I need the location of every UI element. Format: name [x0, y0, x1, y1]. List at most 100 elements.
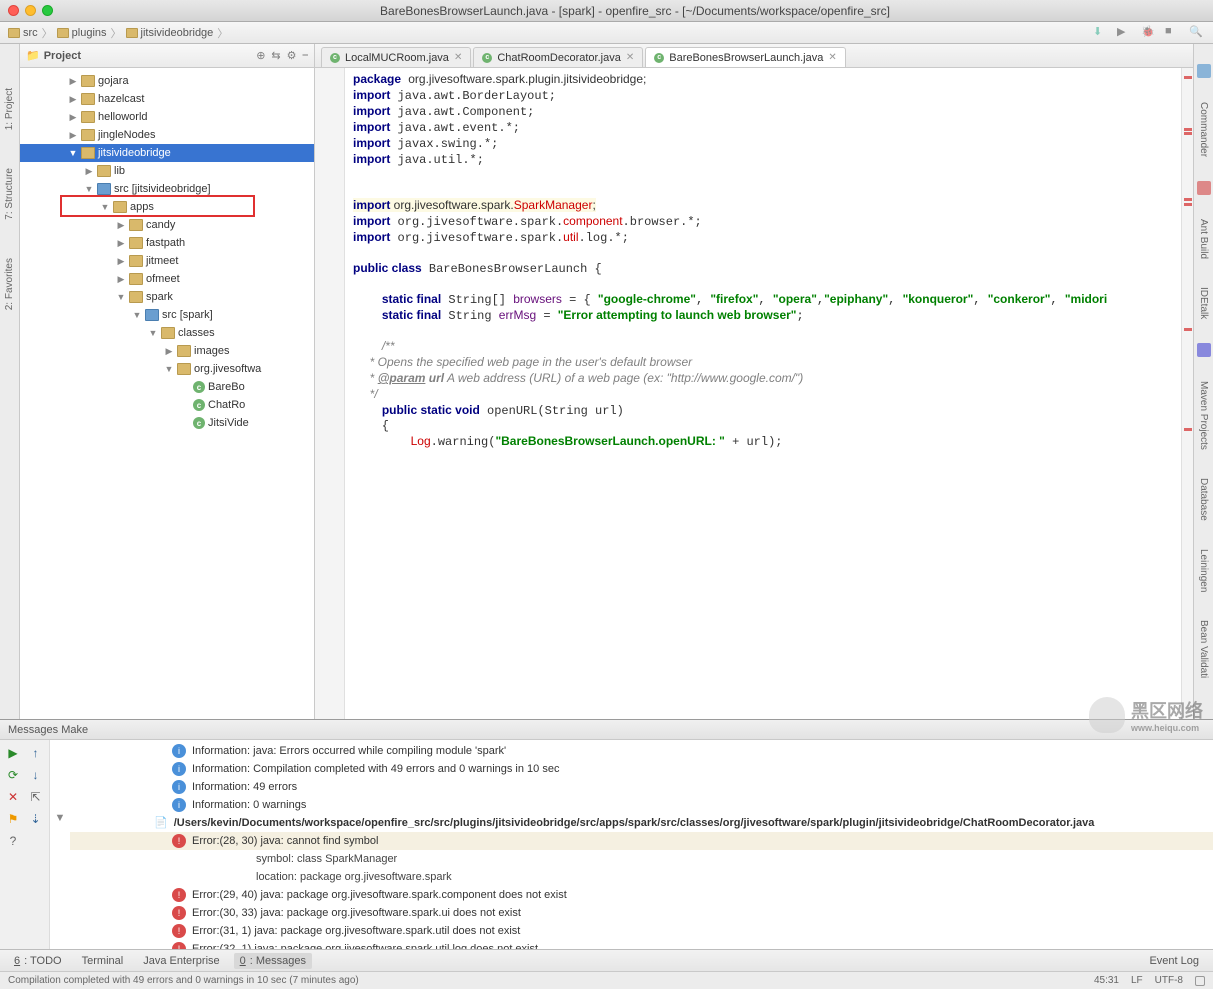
export-button[interactable]: ⇱ — [27, 788, 45, 806]
line-separator[interactable]: LF — [1131, 975, 1143, 986]
bottom-tab[interactable]: Terminal — [76, 953, 130, 969]
tab-beanvalidation[interactable]: Bean Validati — [1196, 616, 1211, 682]
tab-commander[interactable]: Commander — [1196, 98, 1211, 161]
filter-button[interactable]: ⇣ — [27, 810, 45, 828]
disclosure-arrow-icon[interactable]: ▼ — [84, 184, 94, 194]
tree-item-images[interactable]: ▶images — [20, 342, 314, 360]
tab-favorites[interactable]: 2: Favorites — [2, 254, 17, 314]
tree-item-org-jivesoftwa[interactable]: ▼org.jivesoftwa — [20, 360, 314, 378]
close-tab-icon[interactable]: ✕ — [454, 52, 462, 63]
tree-item-helloworld[interactable]: ▶helloworld — [20, 108, 314, 126]
editor-tab[interactable]: cChatRoomDecorator.java✕ — [473, 47, 643, 67]
message-row[interactable]: !Error:(30, 33) java: package org.jiveso… — [70, 904, 1213, 922]
disclosure-arrow-icon[interactable]: ▶ — [116, 274, 126, 285]
tree-item-ofmeet[interactable]: ▶ofmeet — [20, 270, 314, 288]
stop-button[interactable]: ✕ — [4, 788, 22, 806]
disclosure-arrow-icon[interactable]: ▶ — [116, 256, 126, 267]
tree-item-candy[interactable]: ▶candy — [20, 216, 314, 234]
tab-idetalk[interactable]: IDEtalk — [1196, 283, 1211, 323]
breadcrumb-src[interactable]: src — [8, 27, 38, 39]
tree-item-spark[interactable]: ▼spark — [20, 288, 314, 306]
disclosure-arrow-icon[interactable]: ▼ — [132, 310, 142, 320]
debug-button[interactable]: 🐞 — [1141, 25, 1157, 41]
stop-button[interactable]: ■ — [1165, 25, 1181, 41]
make-button[interactable]: ⬇︎ — [1093, 25, 1109, 41]
message-row[interactable]: !Error:(28, 30) java: cannot find symbol — [70, 832, 1213, 850]
run-button[interactable]: ▶ — [1117, 25, 1133, 41]
close-tab-icon[interactable]: ✕ — [626, 52, 634, 63]
tab-maven[interactable]: Maven Projects — [1196, 377, 1211, 454]
disclosure-arrow-icon[interactable]: ▶ — [84, 166, 94, 177]
tab-structure[interactable]: 7: Structure — [2, 164, 17, 224]
tree-item-jingleNodes[interactable]: ▶jingleNodes — [20, 126, 314, 144]
tree-item-jitsivideobridge[interactable]: ▼jitsivideobridge — [20, 144, 314, 162]
code-content[interactable]: package org.jivesoftware.spark.plugin.ji… — [345, 68, 1181, 719]
collapse-arrow-icon[interactable]: ▼ — [55, 812, 66, 824]
tab-database[interactable]: Database — [1196, 474, 1211, 525]
tab-project[interactable]: 1: Project — [2, 84, 17, 134]
disclosure-arrow-icon[interactable]: ▼ — [116, 292, 126, 302]
tree-item-ChatRo[interactable]: cChatRo — [20, 396, 314, 414]
message-row[interactable]: !Error:(32, 1) java: package org.jivesof… — [70, 940, 1213, 949]
disclosure-arrow-icon[interactable]: ▶ — [68, 130, 78, 141]
commander-icon[interactable] — [1197, 64, 1211, 78]
close-tab-icon[interactable]: ✕ — [828, 52, 836, 63]
bottom-tab[interactable]: 0: Messages — [234, 953, 312, 969]
project-tree[interactable]: ▶gojara▶hazelcast▶helloworld▶jingleNodes… — [20, 68, 314, 719]
tree-item-gojara[interactable]: ▶gojara — [20, 72, 314, 90]
message-row[interactable]: iInformation: Compilation completed with… — [70, 760, 1213, 778]
minimize-button[interactable] — [25, 5, 36, 16]
editor-tab[interactable]: cLocalMUCRoom.java✕ — [321, 47, 471, 67]
tree-item-src--spark-[interactable]: ▼src [spark] — [20, 306, 314, 324]
bottom-tab[interactable]: 6: TODO — [8, 953, 68, 969]
run-button[interactable]: ⟳ — [4, 766, 22, 784]
bottom-tab[interactable]: Java Enterprise — [137, 953, 225, 969]
disclosure-arrow-icon[interactable]: ▶ — [68, 94, 78, 105]
ant-icon[interactable] — [1197, 181, 1211, 195]
messages-list[interactable]: iInformation: java: Errors occurred whil… — [70, 740, 1213, 949]
disclosure-arrow-icon[interactable]: ▶ — [68, 112, 78, 123]
maven-icon[interactable] — [1197, 343, 1211, 357]
breadcrumb-jitsi[interactable]: jitsivideobridge — [126, 27, 214, 39]
disclosure-arrow-icon[interactable]: ▶ — [68, 76, 78, 87]
error-stripe[interactable] — [1181, 68, 1193, 719]
search-button[interactable]: 🔍 — [1189, 25, 1205, 41]
disclosure-arrow-icon[interactable]: ▶ — [116, 220, 126, 231]
disclosure-arrow-icon[interactable]: ▼ — [68, 148, 78, 158]
disclosure-arrow-icon[interactable]: ▼ — [100, 202, 110, 212]
tree-item-BareBo[interactable]: cBareBo — [20, 378, 314, 396]
file-encoding[interactable]: UTF-8 — [1155, 975, 1183, 986]
pin-button[interactable]: ⚑ — [4, 810, 22, 828]
collapse-all-icon[interactable]: ⇆ — [271, 49, 280, 62]
hide-icon[interactable]: ⎯ — [303, 49, 309, 62]
tree-item-lib[interactable]: ▶lib — [20, 162, 314, 180]
message-row[interactable]: symbol: class SparkManager — [70, 850, 1213, 868]
message-row[interactable]: 📄▸/Users/kevin/Documents/workspace/openf… — [70, 814, 1213, 832]
settings-icon[interactable]: ⚙ — [287, 49, 297, 62]
message-row[interactable]: !Error:(31, 1) java: package org.jivesof… — [70, 922, 1213, 940]
down-button[interactable]: ↓ — [27, 766, 45, 784]
tree-item-classes[interactable]: ▼classes — [20, 324, 314, 342]
breadcrumb-plugins[interactable]: plugins — [57, 27, 107, 39]
disclosure-arrow-icon[interactable]: ▼ — [164, 364, 174, 374]
disclosure-arrow-icon[interactable]: ▼ — [148, 328, 158, 338]
up-button[interactable]: ↑ — [27, 744, 45, 762]
help-button[interactable]: ? — [4, 832, 22, 850]
message-row[interactable]: iInformation: 0 warnings — [70, 796, 1213, 814]
scroll-from-source-icon[interactable]: ⊕ — [256, 49, 265, 62]
close-button[interactable] — [8, 5, 19, 16]
message-row[interactable]: iInformation: 49 errors — [70, 778, 1213, 796]
maximize-button[interactable] — [42, 5, 53, 16]
message-row[interactable]: location: package org.jivesoftware.spark — [70, 868, 1213, 886]
tree-item-apps[interactable]: ▼apps — [20, 198, 314, 216]
tree-item-hazelcast[interactable]: ▶hazelcast — [20, 90, 314, 108]
disclosure-arrow-icon[interactable]: ▶ — [116, 238, 126, 249]
message-row[interactable]: !Error:(29, 40) java: package org.jiveso… — [70, 886, 1213, 904]
event-log-tab[interactable]: Event Log — [1143, 953, 1205, 969]
tree-item-src--jitsivideobridge-[interactable]: ▼src [jitsivideobridge] — [20, 180, 314, 198]
disclosure-arrow-icon[interactable]: ▶ — [164, 346, 174, 357]
message-row[interactable]: iInformation: java: Errors occurred whil… — [70, 742, 1213, 760]
tree-item-fastpath[interactable]: ▶fastpath — [20, 234, 314, 252]
tab-leiningen[interactable]: Leiningen — [1196, 545, 1211, 596]
tree-item-jitmeet[interactable]: ▶jitmeet — [20, 252, 314, 270]
